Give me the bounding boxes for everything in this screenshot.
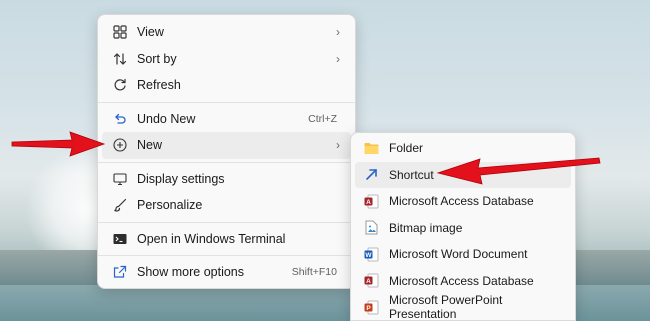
submenu-item-label: Microsoft Access Database — [389, 194, 534, 209]
menu-item-refresh[interactable]: Refresh — [102, 72, 351, 99]
menu-item-label: Show more options — [137, 265, 245, 280]
menu-item-label: Sort by — [137, 51, 177, 66]
undo-icon — [112, 111, 128, 127]
svg-text:A: A — [366, 199, 371, 206]
menu-item-view[interactable]: View › — [102, 19, 351, 46]
display-icon — [112, 171, 128, 187]
powerpoint-icon: P — [363, 299, 379, 315]
menu-item-new[interactable]: New › — [102, 132, 351, 159]
chevron-right-icon: › — [336, 138, 340, 153]
shortcut-hint: Ctrl+Z — [308, 112, 337, 125]
sort-icon — [112, 51, 128, 67]
submenu-item-word-document[interactable]: W Microsoft Word Document — [355, 241, 571, 268]
red-arrow-icon — [436, 157, 601, 185]
add-circle-icon — [112, 137, 128, 153]
chevron-right-icon: › — [336, 25, 340, 40]
submenu-item-label: Shortcut — [389, 167, 434, 182]
submenu-item-bitmap-image[interactable]: Bitmap image — [355, 215, 571, 242]
svg-text:W: W — [365, 252, 372, 259]
svg-text:A: A — [366, 278, 371, 285]
menu-separator — [98, 101, 355, 103]
menu-item-open-terminal[interactable]: Open in Windows Terminal — [102, 226, 351, 253]
folder-icon — [363, 140, 379, 156]
menu-separator — [98, 161, 355, 163]
brush-icon — [112, 197, 128, 213]
menu-item-label: Refresh — [137, 78, 181, 93]
menu-item-sort-by[interactable]: Sort by › — [102, 46, 351, 73]
refresh-icon — [112, 77, 128, 93]
desktop-context-menu: View › Sort by › Refresh Undo New Ctrl+Z… — [97, 14, 356, 289]
menu-item-label: View — [137, 25, 164, 40]
shortcut-arrow-icon — [363, 167, 379, 183]
terminal-icon — [112, 231, 128, 247]
menu-item-personalize[interactable]: Personalize — [102, 192, 351, 219]
submenu-item-label: Folder — [389, 141, 424, 156]
menu-item-label: Open in Windows Terminal — [137, 231, 286, 246]
svg-text:P: P — [366, 305, 371, 312]
menu-item-undo-new[interactable]: Undo New Ctrl+Z — [102, 106, 351, 133]
menu-item-label: Display settings — [137, 171, 225, 186]
bitmap-icon — [363, 220, 379, 236]
access-icon: A — [363, 273, 379, 289]
chevron-right-icon: › — [336, 51, 340, 66]
red-arrow-icon — [11, 131, 106, 157]
menu-item-label: New — [137, 138, 163, 153]
menu-item-display-settings[interactable]: Display settings — [102, 166, 351, 193]
grid-view-icon — [112, 24, 128, 40]
shortcut-hint: Shift+F10 — [291, 266, 337, 279]
menu-item-label: Personalize — [137, 198, 203, 213]
menu-item-label: Undo New — [137, 111, 196, 126]
submenu-item-label: Microsoft Word Document — [389, 247, 528, 262]
submenu-item-access-database[interactable]: A Microsoft Access Database — [355, 188, 571, 215]
share-icon — [112, 264, 128, 280]
menu-separator — [98, 221, 355, 223]
submenu-item-label: Microsoft PowerPoint Presentation — [389, 293, 503, 321]
submenu-item-label: Bitmap image — [389, 220, 463, 235]
submenu-item-powerpoint-presentation[interactable]: P Microsoft PowerPoint Presentation — [355, 293, 571, 321]
submenu-item-label: Microsoft Access Database — [389, 273, 534, 288]
submenu-item-access-database-2[interactable]: A Microsoft Access Database — [355, 268, 571, 295]
word-icon: W — [363, 246, 379, 262]
menu-item-show-more-options[interactable]: Show more options Shift+F10 — [102, 259, 351, 286]
menu-separator — [98, 255, 355, 256]
access-icon: A — [363, 193, 379, 209]
